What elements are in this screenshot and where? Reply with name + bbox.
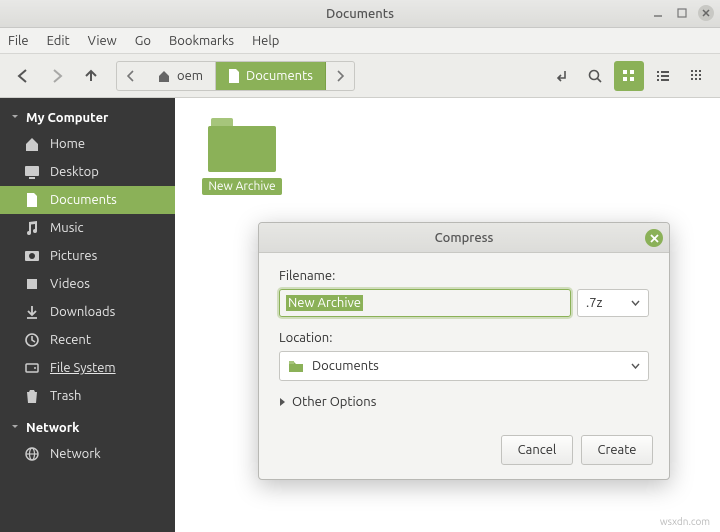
videos-icon [24, 276, 40, 292]
sidebar-item-desktop[interactable]: Desktop [0, 158, 175, 186]
chevron-down-icon [631, 300, 640, 306]
minimize-button[interactable] [650, 5, 666, 21]
sidebar-item-label: Pictures [50, 249, 97, 263]
chevron-right-icon [279, 397, 286, 407]
other-options-expander[interactable]: Other Options [279, 395, 649, 409]
document-icon [228, 69, 240, 83]
icon-view-button[interactable] [614, 61, 644, 91]
window-controls [650, 5, 714, 21]
filename-value: New Archive [286, 295, 363, 311]
sidebar-item-label: File System [50, 361, 116, 375]
trash-icon [24, 388, 40, 404]
disk-icon [24, 360, 40, 376]
watermark: wsxdn.com [660, 516, 710, 527]
sidebar-item-home[interactable]: Home [0, 130, 175, 158]
extension-combo[interactable]: .7z [577, 289, 649, 317]
dialog-close-button[interactable] [645, 229, 663, 247]
search-button[interactable] [580, 61, 610, 91]
sidebar-item-label: Music [50, 221, 84, 235]
sidebar-item-trash[interactable]: Trash [0, 382, 175, 410]
sidebar-item-filesystem[interactable]: File System [0, 354, 175, 382]
dialog-title: Compress [435, 231, 494, 245]
sidebar-item-pictures[interactable]: Pictures [0, 242, 175, 270]
back-button[interactable] [8, 61, 38, 91]
sidebar-item-label: Home [50, 137, 85, 151]
location-combo[interactable]: Documents [279, 351, 649, 381]
document-icon [24, 192, 40, 208]
up-button[interactable] [76, 61, 106, 91]
home-icon [157, 69, 171, 83]
sidebar-item-network[interactable]: Network [0, 440, 175, 468]
menu-file[interactable]: File [8, 34, 29, 48]
dialog-titlebar[interactable]: Compress [259, 223, 669, 253]
sidebar-item-music[interactable]: Music [0, 214, 175, 242]
sidebar-item-recent[interactable]: Recent [0, 326, 175, 354]
location-label: Location: [279, 331, 649, 345]
other-options-label: Other Options [292, 395, 376, 409]
window-titlebar: Documents [0, 0, 720, 28]
menu-view[interactable]: View [88, 34, 117, 48]
path-home-label: oem [177, 69, 203, 83]
path-prev-button[interactable] [117, 70, 145, 82]
filename-label: Filename: [279, 269, 649, 283]
pictures-icon [24, 248, 40, 264]
folder-item[interactable]: New Archive [195, 118, 289, 195]
menu-bookmarks[interactable]: Bookmarks [169, 34, 234, 48]
toolbar: oem Documents [0, 54, 720, 98]
close-button[interactable] [698, 5, 714, 21]
create-button[interactable]: Create [581, 435, 653, 465]
sidebar-item-label: Network [50, 447, 101, 461]
extension-value: .7z [586, 296, 603, 310]
menu-edit[interactable]: Edit [47, 34, 70, 48]
maximize-button[interactable] [674, 5, 690, 21]
home-icon [24, 136, 40, 152]
sidebar-item-downloads[interactable]: Downloads [0, 298, 175, 326]
sidebar-item-label: Downloads [50, 305, 115, 319]
sidebar-header-computer-label: My Computer [26, 111, 108, 125]
cancel-button[interactable]: Cancel [501, 435, 573, 465]
path-next-button[interactable] [326, 70, 354, 82]
sidebar-item-label: Trash [50, 389, 81, 403]
filename-input[interactable]: New Archive [279, 289, 571, 317]
sidebar-header-network[interactable]: Network [0, 416, 175, 440]
download-icon [24, 304, 40, 320]
forward-button[interactable] [42, 61, 72, 91]
path-seg-home[interactable]: oem [145, 62, 216, 90]
list-view-button[interactable] [648, 61, 678, 91]
window-title: Documents [326, 7, 394, 21]
music-icon [24, 220, 40, 236]
sidebar-item-label: Desktop [50, 165, 99, 179]
sidebar-item-videos[interactable]: Videos [0, 270, 175, 298]
folder-label: New Archive [202, 178, 281, 195]
location-value: Documents [312, 359, 379, 373]
sidebar: My Computer Home Desktop Documents Music… [0, 98, 175, 532]
pathbar: oem Documents [116, 61, 355, 91]
menu-help[interactable]: Help [252, 34, 279, 48]
sidebar-item-label: Recent [50, 333, 91, 347]
sidebar-header-computer[interactable]: My Computer [0, 106, 175, 130]
sidebar-item-label: Videos [50, 277, 90, 291]
recent-icon [24, 332, 40, 348]
network-icon [24, 446, 40, 462]
compress-dialog: Compress Filename: New Archive .7z Locat… [258, 222, 670, 480]
sidebar-item-label: Documents [50, 193, 117, 207]
chevron-down-icon [631, 363, 640, 369]
path-current-label: Documents [246, 69, 313, 83]
desktop-icon [24, 164, 40, 180]
folder-icon [208, 118, 276, 172]
menu-go[interactable]: Go [135, 34, 151, 48]
sidebar-header-network-label: Network [26, 421, 79, 435]
compact-view-button[interactable] [682, 61, 712, 91]
folder-small-icon [288, 359, 304, 373]
sidebar-item-documents[interactable]: Documents [0, 186, 175, 214]
toggle-location-button[interactable] [546, 61, 576, 91]
path-seg-current[interactable]: Documents [216, 62, 326, 90]
menubar: File Edit View Go Bookmarks Help [0, 28, 720, 54]
